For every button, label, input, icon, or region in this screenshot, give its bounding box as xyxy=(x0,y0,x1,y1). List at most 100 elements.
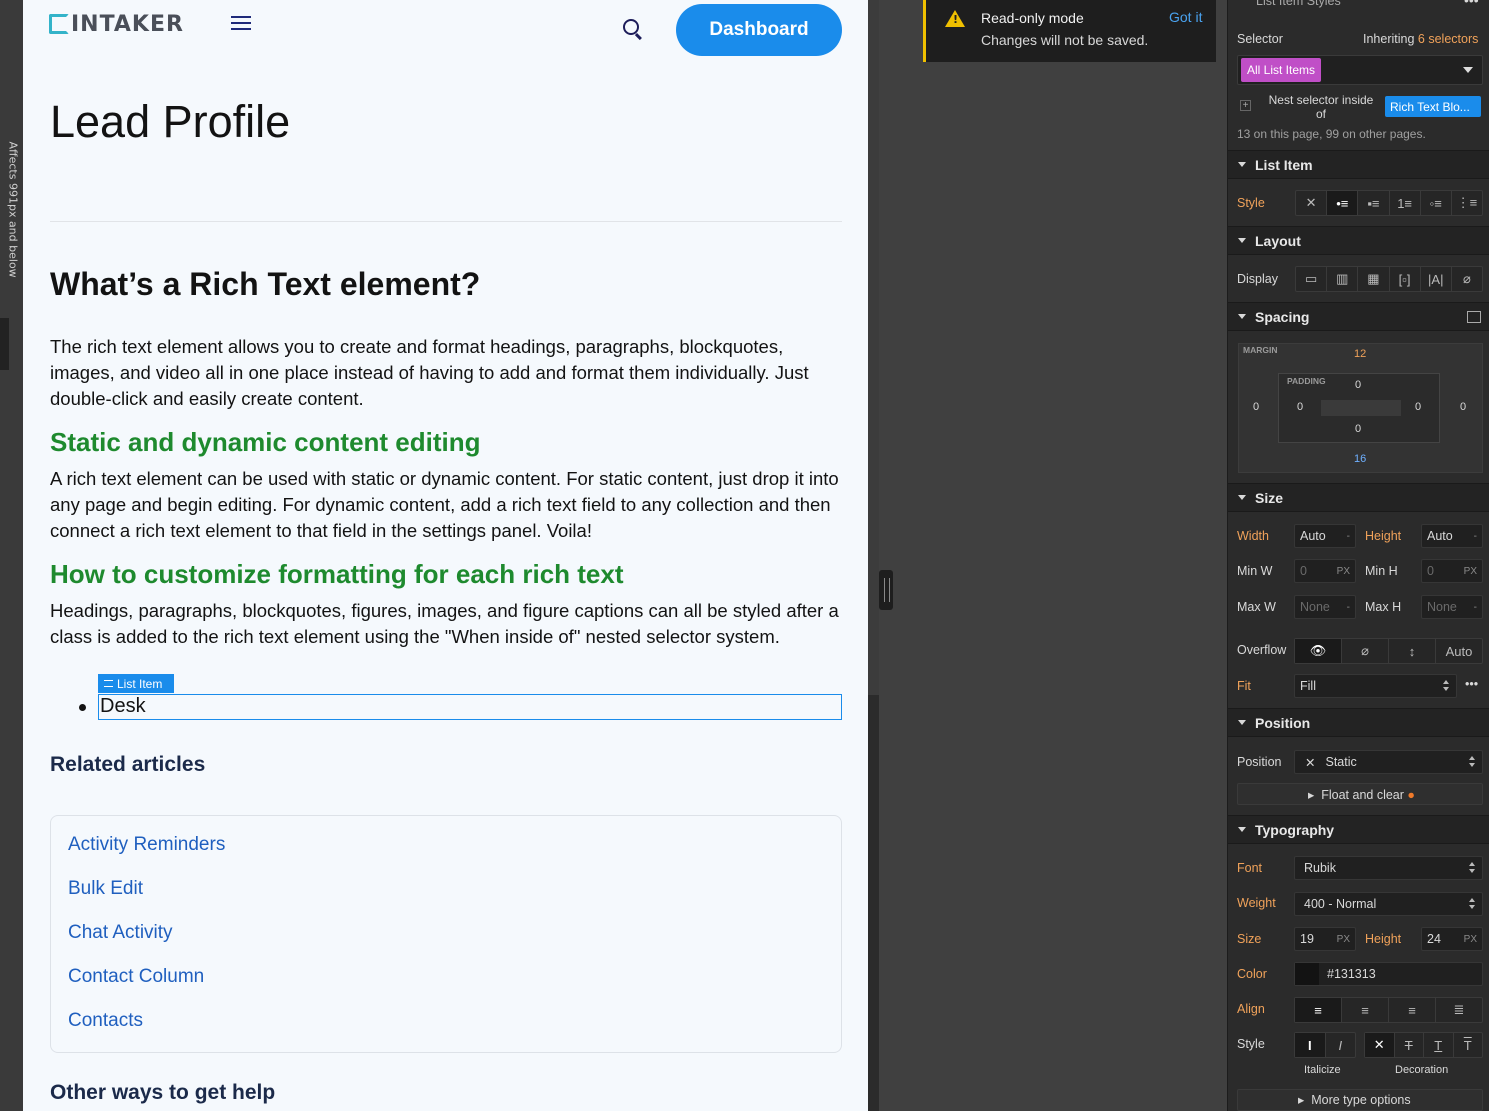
none-display-icon[interactable]: ⌀ xyxy=(1452,267,1482,291)
max-width-input[interactable]: None - xyxy=(1294,595,1356,619)
hidden-icon[interactable]: ⌀ xyxy=(1342,639,1389,663)
list-icon xyxy=(104,680,113,687)
italic-icon[interactable]: I xyxy=(1326,1033,1356,1057)
align-left-icon[interactable]: ≡ xyxy=(1295,998,1342,1022)
max-height-input[interactable]: None - xyxy=(1421,595,1483,619)
heading-customize: How to customize formatting for each ric… xyxy=(50,559,624,589)
min-height-label: Min H xyxy=(1365,564,1398,578)
width-label: Width xyxy=(1237,529,1269,543)
related-link[interactable]: Contacts xyxy=(68,1010,143,1032)
section-position[interactable]: Position xyxy=(1228,708,1489,737)
section-typography[interactable]: Typography xyxy=(1228,815,1489,844)
min-width-input[interactable]: 0 PX xyxy=(1294,559,1356,583)
nest-selector-chip[interactable]: Rich Text Blo... xyxy=(1385,96,1481,117)
visible-eye-icon[interactable]: 👁 xyxy=(1295,639,1342,663)
line-height-input[interactable]: 24 PX xyxy=(1421,927,1483,951)
toast-message: Changes will not be saved. xyxy=(981,32,1149,48)
align-justify-icon[interactable]: ≣ xyxy=(1436,998,1482,1022)
logo[interactable]: INTAKER xyxy=(71,12,184,37)
related-link[interactable]: Bulk Edit xyxy=(68,878,143,900)
overflow-buttons[interactable]: 👁 ⌀ ↕ Auto xyxy=(1294,638,1483,664)
color-swatch[interactable] xyxy=(1295,963,1319,985)
grid-icon[interactable]: ▦ xyxy=(1358,267,1390,291)
weight-select[interactable]: 400 - Normal xyxy=(1294,892,1483,916)
circle-list-icon[interactable]: ◦≡ xyxy=(1421,191,1452,215)
inline-icon[interactable]: |A| xyxy=(1421,267,1452,291)
canvas-resize-handle[interactable] xyxy=(879,570,893,610)
weight-label: Weight xyxy=(1237,896,1276,910)
related-link[interactable]: Contact Column xyxy=(68,966,204,988)
padding-left-value[interactable]: 0 xyxy=(1297,401,1303,413)
padding-right-value[interactable]: 0 xyxy=(1415,401,1421,413)
more-type-options-label[interactable]: ▸ More type options xyxy=(1298,1092,1411,1107)
bullet-list-icon[interactable]: •≡ xyxy=(1327,191,1359,215)
regular-icon[interactable]: I xyxy=(1295,1033,1326,1057)
none-icon[interactable]: ✕ xyxy=(1296,191,1328,215)
padding-top-value[interactable]: 0 xyxy=(1355,379,1361,391)
overline-icon[interactable]: T xyxy=(1454,1033,1483,1057)
fit-more-icon[interactable]: ••• xyxy=(1465,677,1478,691)
align-buttons[interactable]: ≡ ≡ ≡ ≣ xyxy=(1294,997,1483,1023)
heading-static-dynamic: Static and dynamic content editing xyxy=(50,427,481,457)
section-list-item[interactable]: List Item xyxy=(1228,150,1489,179)
margin-bottom-value[interactable]: 16 xyxy=(1354,453,1366,465)
inline-block-icon[interactable]: [▫] xyxy=(1390,267,1421,291)
spacing-box-icon[interactable] xyxy=(1467,311,1481,323)
selected-list-item[interactable] xyxy=(98,694,842,720)
flex-icon[interactable]: ▥ xyxy=(1327,267,1359,291)
type-style-label: Style xyxy=(1237,1037,1265,1051)
font-select[interactable]: Rubik xyxy=(1294,856,1483,880)
menu-icon[interactable] xyxy=(231,16,251,32)
margin-left-value[interactable]: 0 xyxy=(1253,401,1259,413)
margin-right-value[interactable]: 0 xyxy=(1460,401,1466,413)
inheriting-count[interactable]: 6 selectors xyxy=(1418,32,1478,46)
fit-select[interactable]: Fill xyxy=(1294,674,1457,698)
fit-label: Fit xyxy=(1237,679,1251,693)
underline-icon[interactable]: T xyxy=(1424,1033,1454,1057)
selected-element-tag[interactable]: List Item xyxy=(98,674,174,693)
section-layout[interactable]: Layout xyxy=(1228,226,1489,255)
scroll-icon[interactable]: ↕ xyxy=(1389,639,1436,663)
strikethrough-icon[interactable]: T xyxy=(1395,1033,1424,1057)
list-style-buttons[interactable]: ✕ •≡ ▪≡ 1≡ ◦≡ ⋮≡ xyxy=(1295,190,1483,216)
selector-chip[interactable]: All List Items xyxy=(1241,58,1322,82)
got-it-button[interactable]: Got it xyxy=(1169,9,1202,25)
static-x-icon: ✕ xyxy=(1305,755,1316,770)
more-list-icon[interactable]: ⋮≡ xyxy=(1452,191,1482,215)
color-input[interactable]: #131313 xyxy=(1294,962,1483,986)
overflow-auto-option[interactable]: Auto xyxy=(1436,639,1482,663)
align-center-icon[interactable]: ≡ xyxy=(1342,998,1389,1022)
search-icon[interactable] xyxy=(623,19,639,35)
padding-bottom-value[interactable]: 0 xyxy=(1355,423,1361,435)
height-input[interactable]: Auto - xyxy=(1421,524,1483,548)
dashboard-button[interactable]: Dashboard xyxy=(676,4,842,56)
content-box xyxy=(1321,400,1401,416)
more-icon[interactable]: ••• xyxy=(1464,0,1479,8)
breakpoint-tab[interactable] xyxy=(0,318,9,370)
color-label: Color xyxy=(1237,967,1267,981)
italic-buttons[interactable]: I I xyxy=(1294,1032,1356,1058)
min-height-input[interactable]: 0 PX xyxy=(1421,559,1483,583)
float-and-clear-label[interactable]: ▸ Float and clear ● xyxy=(1308,787,1415,802)
plus-icon[interactable]: + xyxy=(1240,100,1251,111)
width-input[interactable]: Auto - xyxy=(1294,524,1356,548)
position-select[interactable]: ✕ Static xyxy=(1294,750,1483,774)
margin-top-value[interactable]: 12 xyxy=(1354,348,1366,360)
section-size[interactable]: Size xyxy=(1228,483,1489,512)
font-size-input[interactable]: 19 PX xyxy=(1294,927,1356,951)
align-right-icon[interactable]: ≡ xyxy=(1389,998,1436,1022)
list-item-text[interactable]: Desk xyxy=(100,695,146,718)
decoration-buttons[interactable]: ✕ T T T xyxy=(1364,1032,1483,1058)
related-link[interactable]: Chat Activity xyxy=(68,922,173,944)
square-list-icon[interactable]: ▪≡ xyxy=(1358,191,1390,215)
canvas-scrollbar-thumb[interactable] xyxy=(868,0,879,695)
other-help-heading: Other ways to get help xyxy=(50,1081,276,1104)
section-spacing[interactable]: Spacing xyxy=(1228,302,1489,331)
block-icon[interactable]: ▭ xyxy=(1296,267,1328,291)
align-label: Align xyxy=(1237,1002,1265,1016)
numbered-list-icon[interactable]: 1≡ xyxy=(1390,191,1421,215)
no-decoration-icon[interactable]: ✕ xyxy=(1365,1033,1395,1057)
selector-dropdown-icon[interactable] xyxy=(1463,67,1473,73)
display-buttons[interactable]: ▭ ▥ ▦ [▫] |A| ⌀ xyxy=(1295,266,1483,292)
related-link[interactable]: Activity Reminders xyxy=(68,834,225,856)
